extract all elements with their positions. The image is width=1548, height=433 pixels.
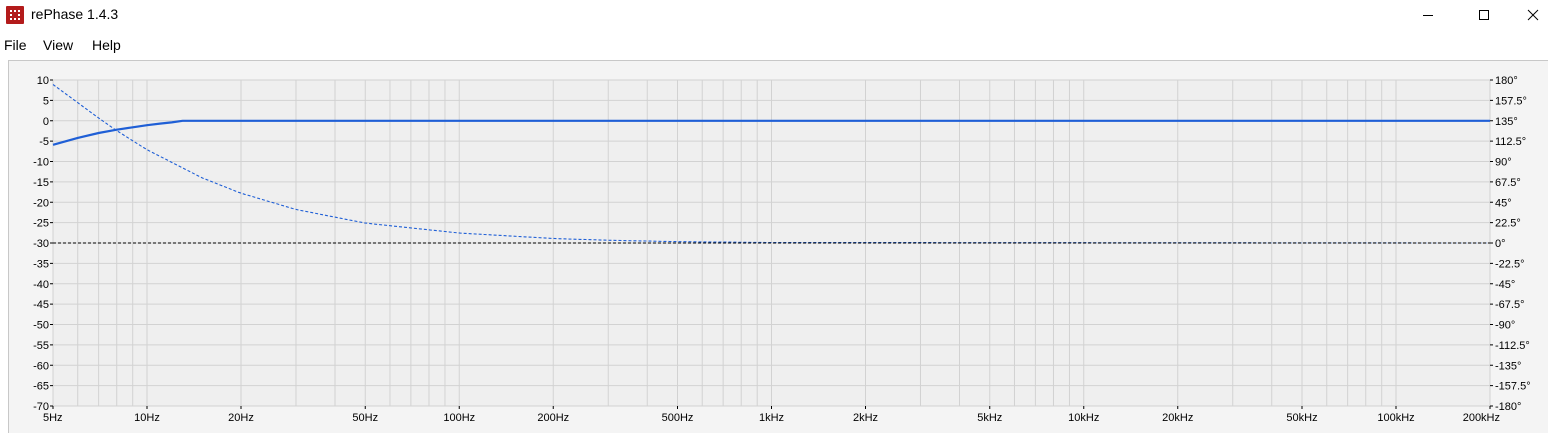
y-right-tick-label: 22.5° (1495, 218, 1521, 230)
x-tick-label: 100Hz (443, 412, 475, 424)
y-right-tick-label: 45° (1495, 197, 1512, 209)
x-tick-label: 20Hz (228, 412, 254, 424)
y-left-tick-label: -10 (33, 157, 49, 169)
y-right-tick-label: 90° (1495, 157, 1512, 169)
y-right-tick-label: -135° (1495, 360, 1521, 372)
response-chart[interactable]: 10 5 0 -5 -10 -15 -20 -25 -30 -35 -40 -45 -50 -55 -60 -… (9, 61, 1548, 433)
menu-bar: File View Help (0, 33, 1548, 57)
close-icon (1527, 9, 1539, 21)
y-left-tick-label: -25 (33, 218, 49, 230)
y-right-tick-label: -67.5° (1495, 299, 1524, 311)
y-left-tick-label: -15 (33, 177, 49, 189)
y-left-tick-label: 5 (43, 95, 49, 107)
x-tick-label: 20kHz (1162, 412, 1193, 424)
y-right-tick-label: 180° (1495, 75, 1518, 87)
y-right-tick-label: -112.5° (1495, 340, 1530, 352)
y-right-tick-label: 135° (1495, 116, 1518, 128)
x-tick-label: 10Hz (134, 412, 160, 424)
x-tick-label: 100kHz (1377, 412, 1414, 424)
maximize-button[interactable] (1461, 0, 1507, 30)
y-left-tick-label: -30 (33, 238, 49, 250)
x-tick-label: 2kHz (853, 412, 878, 424)
y-left-tick-label: -65 (33, 381, 49, 393)
y-left-tick-label: -50 (33, 320, 49, 332)
y-right-tick-label: 157.5° (1495, 95, 1527, 107)
x-tick-label: 200Hz (537, 412, 569, 424)
x-tick-label: 50kHz (1286, 412, 1317, 424)
y-left-tick-label: 0 (43, 116, 49, 128)
window-title: rePhase 1.4.3 (31, 6, 119, 22)
maximize-icon (1479, 10, 1489, 20)
minimize-button[interactable] (1405, 0, 1451, 30)
x-tick-label: 1kHz (759, 412, 784, 424)
plot-area[interactable]: 10 5 0 -5 -10 -15 -20 -25 -30 -35 -40 -45 -50 -55 -60 -… (8, 60, 1548, 433)
y-right-tick-label: 0° (1495, 238, 1506, 250)
x-tick-label: 50Hz (352, 412, 378, 424)
y-right-tick-label: -45° (1495, 279, 1515, 291)
x-tick-label: 5kHz (977, 412, 1002, 424)
y-left-tick-label: -35 (33, 258, 49, 270)
title-bar: rePhase 1.4.3 (0, 0, 1548, 32)
close-button[interactable] (1518, 0, 1548, 30)
y-left-tick-label: -40 (33, 279, 49, 291)
y-left-tick-label: -5 (39, 136, 49, 148)
y-left-tick-label: -60 (33, 360, 49, 372)
y-right-tick-label: -157.5° (1495, 381, 1531, 393)
x-tick-label: 10kHz (1068, 412, 1099, 424)
y-right-tick-label: -90° (1495, 320, 1515, 332)
y-left-tick-label: -20 (33, 197, 49, 209)
menu-help[interactable]: Help (92, 37, 121, 53)
y-right-tick-label: 67.5° (1495, 177, 1521, 189)
x-tick-label: 5Hz (43, 412, 63, 424)
y-right-tick-label: -22.5° (1495, 258, 1524, 270)
x-tick-label: 500Hz (662, 412, 694, 424)
minimize-icon (1423, 15, 1433, 16)
y-left-tick-label: -55 (33, 340, 49, 352)
y-left-tick-label: -45 (33, 299, 49, 311)
x-tick-label: 200kHz (1463, 412, 1500, 424)
y-right-tick-label: 112.5° (1495, 136, 1526, 148)
menu-file[interactable]: File (4, 37, 27, 53)
rephase-app-icon[interactable] (6, 6, 24, 24)
menu-view[interactable]: View (43, 37, 73, 53)
y-left-tick-label: 10 (37, 75, 49, 87)
